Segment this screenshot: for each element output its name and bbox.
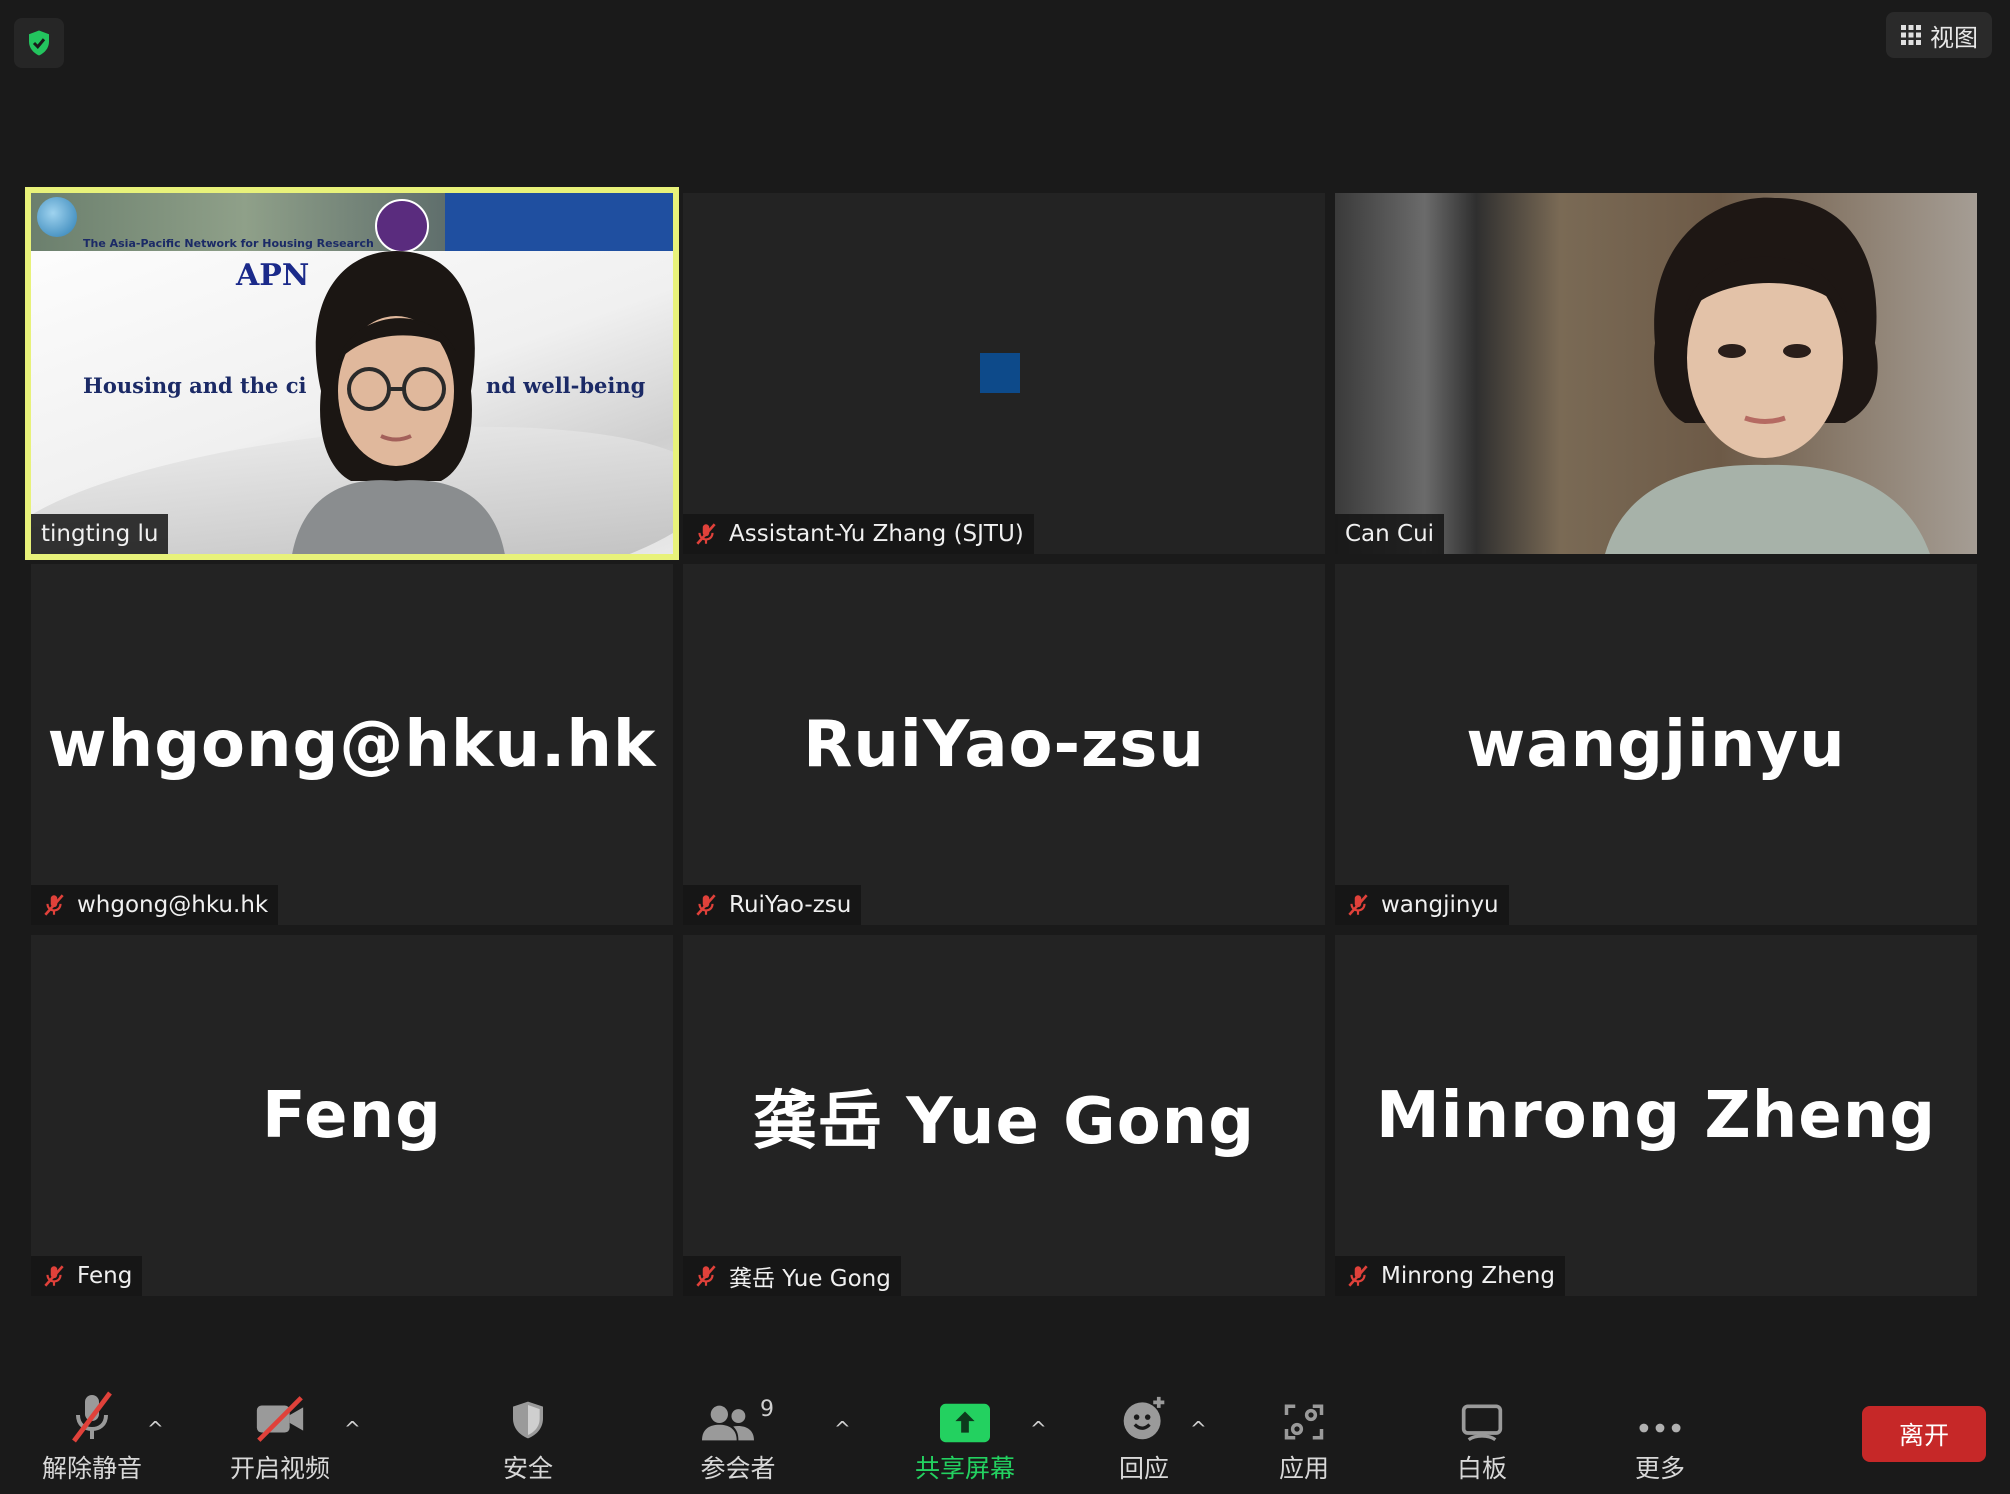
participant-name: RuiYao-zsu — [729, 892, 852, 918]
participant-display-name: whgong@hku.hk — [47, 707, 657, 782]
participant-name: tingting lu — [41, 521, 159, 547]
whiteboard-icon — [1461, 1404, 1503, 1442]
participants-label: 参会者 — [700, 1454, 776, 1483]
start-video-label: 开启视频 — [229, 1454, 330, 1483]
participant-nameplate: tingting lu — [31, 514, 169, 554]
muted-mic-icon — [72, 1391, 112, 1443]
participants-icon — [702, 1405, 754, 1441]
reactions-label: 回应 — [1118, 1454, 1169, 1483]
security-button[interactable]: 安全 — [466, 1379, 590, 1494]
participant-name: 龚岳 Yue Gong — [729, 1266, 891, 1292]
participants-button[interactable]: 9 参会者 — [676, 1379, 800, 1494]
video-tile[interactable]: whgong@hku.hk whgong@hku.hk — [31, 564, 673, 925]
participant-display-name: RuiYao-zsu — [803, 707, 1205, 782]
security-label: 安全 — [502, 1454, 553, 1483]
video-tile[interactable]: Assistant-Yu Zhang (SJTU) — [683, 193, 1325, 554]
whiteboard-label: 白板 — [1456, 1454, 1507, 1483]
view-label: 视图 — [1930, 23, 1978, 52]
whiteboard-button[interactable]: 白板 — [1420, 1379, 1544, 1494]
participant-name: Minrong Zheng — [1381, 1263, 1555, 1289]
participant-name: Assistant-Yu Zhang (SJTU) — [729, 521, 1024, 547]
video-tile[interactable]: RuiYao-zsu RuiYao-zsu — [683, 564, 1325, 925]
participant-display-name: 龚岳 Yue Gong — [752, 1084, 1256, 1159]
video-tile[interactable]: 龚岳 Yue Gong 龚岳 Yue Gong — [683, 935, 1325, 1296]
reactions-options-chevron-icon[interactable]: ^ — [1190, 1417, 1207, 1441]
participant-display-name: wangjinyu — [1466, 707, 1846, 782]
unmute-button[interactable]: 解除静音 — [30, 1379, 154, 1494]
video-off-icon — [256, 1396, 304, 1442]
slide-title-left: Housing and the ci — [83, 373, 307, 398]
globe-logo — [37, 197, 77, 237]
start-video-button[interactable]: 开启视频 — [218, 1379, 342, 1494]
reactions-button[interactable]: 回应 — [1082, 1379, 1206, 1494]
shared-slide-video: The Asia-Pacific Network for Housing Res… — [31, 193, 673, 554]
participant-name: Can Cui — [1345, 521, 1435, 547]
muted-mic-icon — [696, 1265, 716, 1287]
apps-button[interactable]: 应用 — [1242, 1379, 1366, 1494]
share-screen-label: 共享屏幕 — [914, 1454, 1015, 1483]
participant-nameplate: wangjinyu — [1335, 885, 1509, 925]
participant-nameplate: 龚岳 Yue Gong — [683, 1256, 901, 1296]
share-screen-button[interactable]: 共享屏幕 — [898, 1379, 1032, 1494]
participant-video-person — [1605, 197, 1930, 554]
participants-options-chevron-icon[interactable]: ^ — [834, 1417, 851, 1441]
video-placeholder — [980, 353, 1020, 393]
shield-icon — [513, 1401, 543, 1439]
share-screen-icon — [940, 1403, 990, 1443]
participant-name: wangjinyu — [1381, 892, 1499, 918]
participant-nameplate: RuiYao-zsu — [683, 885, 862, 925]
participant-name: Feng — [77, 1263, 133, 1289]
more-label: 更多 — [1634, 1454, 1685, 1483]
participant-name: whgong@hku.hk — [77, 892, 269, 918]
leave-meeting-button[interactable]: 离开 — [1862, 1406, 1986, 1462]
video-tile[interactable]: Can Cui — [1335, 193, 1977, 554]
view-button[interactable]: 视图 — [1886, 12, 1992, 58]
participant-nameplate: Feng — [31, 1256, 143, 1296]
muted-mic-icon — [1348, 894, 1368, 916]
emoji-reaction-icon — [1123, 1396, 1165, 1440]
grid-icon — [1901, 25, 1921, 45]
video-tile[interactable]: The Asia-Pacific Network for Housing Res… — [25, 187, 679, 560]
participant-display-name: Minrong Zheng — [1375, 1078, 1937, 1153]
muted-mic-icon — [44, 894, 64, 916]
muted-mic-icon — [44, 1265, 64, 1287]
apps-icon — [1284, 1404, 1324, 1440]
apps-label: 应用 — [1278, 1454, 1329, 1483]
participant-nameplate: whgong@hku.hk — [31, 885, 279, 925]
video-tile[interactable]: Minrong Zheng Minrong Zheng — [1335, 935, 1977, 1296]
participant-nameplate: Assistant-Yu Zhang (SJTU) — [683, 514, 1034, 554]
more-dots-icon — [1639, 1423, 1681, 1433]
participant-nameplate: Can Cui — [1335, 514, 1445, 554]
audio-options-chevron-icon[interactable]: ^ — [147, 1417, 164, 1441]
share-options-chevron-icon[interactable]: ^ — [1030, 1417, 1047, 1441]
muted-mic-icon — [1348, 1265, 1368, 1287]
muted-mic-icon — [696, 894, 716, 916]
participant-nameplate: Minrong Zheng — [1335, 1256, 1565, 1296]
encryption-shield-icon[interactable] — [14, 18, 64, 68]
video-options-chevron-icon[interactable]: ^ — [344, 1417, 361, 1441]
video-tile[interactable]: Feng Feng — [31, 935, 673, 1296]
muted-mic-icon — [696, 523, 716, 545]
unmute-label: 解除静音 — [41, 1454, 142, 1483]
participant-display-name: Feng — [262, 1078, 442, 1153]
more-button[interactable]: 更多 — [1598, 1379, 1722, 1494]
participant-video-person — [292, 251, 505, 554]
meeting-toolbar: 解除静音 ^ 开启视频 ^ 安全 9 参会者 ^ 共享屏幕 ^ 回应 ^ 应用 … — [0, 1379, 2010, 1494]
video-tile[interactable]: wangjinyu wangjinyu — [1335, 564, 1977, 925]
participants-count: 9 — [760, 1397, 774, 1422]
